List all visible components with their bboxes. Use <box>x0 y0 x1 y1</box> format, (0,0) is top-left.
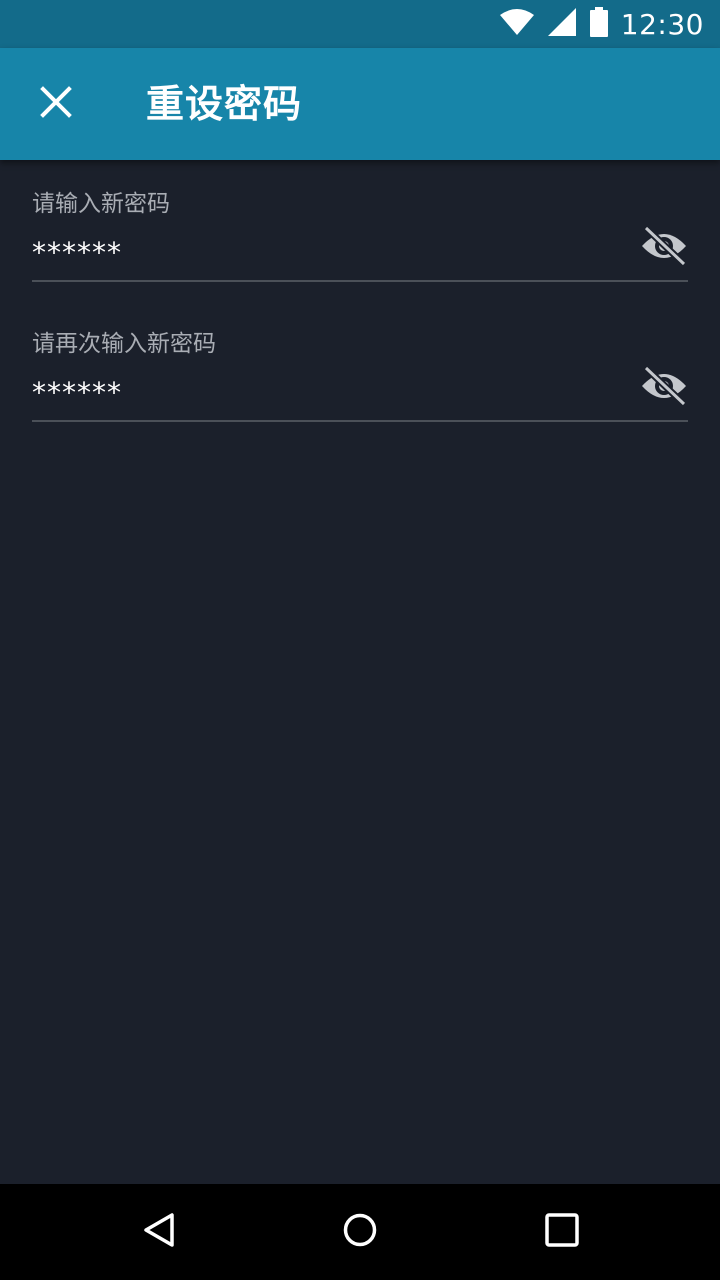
visibility-off-icon <box>640 365 688 410</box>
toggle-password-visibility-button[interactable] <box>640 225 688 270</box>
visibility-off-icon <box>640 225 688 270</box>
confirm-password-label: 请再次输入新密码 <box>32 331 216 357</box>
app-bar: 重设密码 <box>0 48 720 160</box>
status-icons: 12:30 <box>499 0 704 48</box>
navigation-bar <box>0 1184 720 1280</box>
confirm-password-field: 请再次输入新密码 <box>32 300 688 422</box>
status-time: 12:30 <box>620 7 704 41</box>
status-bar: 12:30 <box>0 0 720 48</box>
reset-password-form: 请输入新密码 请再次输入新密码 <box>0 160 720 1184</box>
back-icon <box>142 1212 178 1252</box>
home-button[interactable] <box>328 1200 392 1264</box>
new-password-input[interactable] <box>32 232 612 272</box>
signal-icon <box>547 7 577 41</box>
close-icon <box>40 86 72 122</box>
toggle-confirm-visibility-button[interactable] <box>640 365 688 410</box>
home-icon <box>342 1212 378 1252</box>
close-button[interactable] <box>24 72 88 136</box>
confirm-password-input[interactable] <box>32 372 612 412</box>
field-underline <box>32 280 688 282</box>
recents-button[interactable] <box>530 1200 594 1264</box>
field-underline <box>32 420 688 422</box>
new-password-label: 请输入新密码 <box>32 191 170 217</box>
back-button[interactable] <box>128 1200 192 1264</box>
battery-icon <box>589 7 609 41</box>
wifi-icon <box>499 8 535 40</box>
page-title: 重设密码 <box>146 82 303 126</box>
new-password-field: 请输入新密码 <box>32 160 688 282</box>
recents-icon <box>544 1212 580 1252</box>
